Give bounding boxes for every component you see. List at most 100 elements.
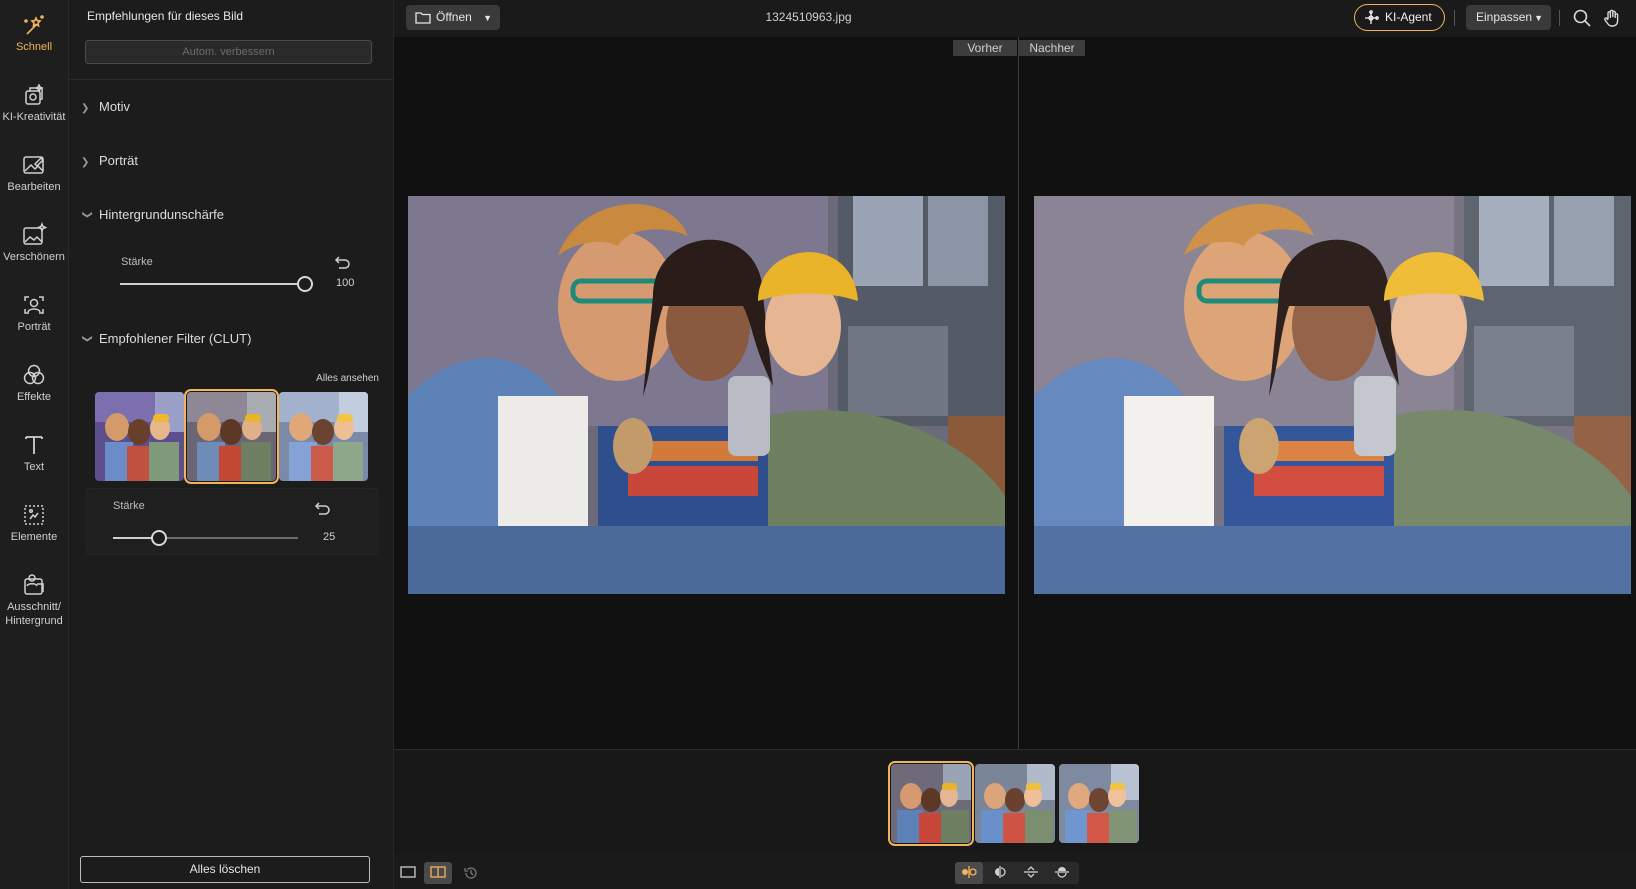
compare-split-button[interactable] (986, 862, 1014, 884)
panel-title: Empfehlungen für dieses Bild (87, 9, 244, 23)
after-label: Nachher (1019, 40, 1085, 56)
bg-blur-slider-track[interactable] (120, 283, 305, 285)
slider-fill (120, 283, 305, 285)
vertical-compare-icon (1055, 867, 1069, 878)
split-view-icon (430, 866, 446, 878)
chevron-down-icon: ❯ (81, 210, 93, 219)
compare-vertical-button[interactable] (1048, 862, 1076, 884)
history-icon (464, 867, 477, 879)
top-toolbar: Öffnen ▼ 1324510963.jpg KI-Agent Einpass… (394, 0, 1636, 37)
filter-thumbnail-3[interactable] (279, 392, 368, 481)
rail-item-portraet[interactable]: Porträt (0, 284, 68, 344)
history-button[interactable] (457, 862, 485, 884)
filter-strength-label: Stärke (113, 500, 145, 512)
before-image (408, 196, 1005, 594)
section-label: Hintergrundunschärfe (99, 207, 225, 222)
rail-item-ki-kreativitaet[interactable]: KI-Kreativität (0, 74, 68, 134)
undo-icon[interactable] (334, 253, 352, 271)
filter-slider-knob[interactable] (151, 530, 168, 546)
rail-label: Text (23, 461, 45, 473)
filter-strength-box: Stärke 25 (86, 488, 378, 555)
auto-enhance-button[interactable]: Autom. verbessern (85, 40, 372, 64)
horizontal-compare-icon (1024, 866, 1038, 878)
section-hintergrundunschaerfe[interactable]: ❯ Hintergrundunschärfe (81, 207, 225, 222)
effects-icon (23, 364, 45, 385)
rail-item-ausschnitt-hintergrund[interactable]: Ausschnitt/ Hintergrund (0, 564, 68, 640)
filter-slider-track[interactable] (113, 537, 298, 539)
filmstrip-thumbnail-1[interactable] (888, 761, 974, 846)
section-label: Porträt (99, 153, 139, 168)
rail-label: Elemente (10, 531, 58, 543)
compare-divider[interactable] (1018, 37, 1019, 749)
filter-preview-image (187, 392, 276, 481)
beautify-icon (23, 222, 47, 245)
fit-label: Einpassen (1476, 10, 1533, 24)
rail-label: Schnell (15, 41, 53, 53)
filmstrip (394, 749, 1636, 853)
chevron-down-icon: ❯ (81, 334, 93, 343)
hand-pan-icon[interactable] (1602, 8, 1622, 28)
divider (1559, 10, 1560, 26)
section-portraet[interactable]: ❯ Porträt (81, 153, 138, 168)
ai-agent-label: KI-Agent (1385, 10, 1432, 24)
rail-item-verschoenern[interactable]: Verschönern (0, 214, 68, 274)
filter-thumbnail-2[interactable] (184, 389, 279, 484)
image-canvas[interactable]: Vorher Nachher (394, 37, 1636, 749)
split-compare-icon (995, 866, 1006, 878)
filter-preview-image (279, 392, 368, 481)
photo-after (1034, 196, 1631, 594)
side-by-side-icon (962, 866, 977, 878)
section-label: Empfohlener Filter (CLUT) (99, 331, 252, 346)
rail-label: Ausschnitt/ Hintergrund (5, 601, 63, 627)
rail-item-bearbeiten[interactable]: Bearbeiten (0, 144, 68, 204)
edit-image-icon (23, 156, 45, 174)
single-view-button[interactable] (394, 862, 422, 884)
search-icon[interactable] (1572, 8, 1592, 28)
chevron-right-icon: ❯ (81, 157, 90, 168)
see-all-link[interactable]: Alles ansehen (316, 373, 379, 384)
chevron-down-icon: ▼ (1534, 13, 1543, 23)
filmstrip-thumbnail-3[interactable] (1059, 764, 1139, 843)
filter-preview-image (95, 392, 184, 481)
compare-horizontal-button[interactable] (1017, 862, 1045, 884)
ai-agent-icon (1365, 10, 1379, 24)
text-icon (25, 436, 43, 454)
rail-item-text[interactable]: Text (0, 424, 68, 484)
thumbnail-image (975, 764, 1055, 843)
compare-mode-group (955, 862, 1079, 884)
ai-creative-icon (25, 83, 44, 105)
cutout-background-icon (24, 574, 44, 595)
bg-blur-value: 100 (336, 277, 355, 289)
rail-item-elemente[interactable]: Elemente (0, 494, 68, 554)
chevron-right-icon: ❯ (81, 103, 90, 114)
rail-label: Porträt (17, 321, 51, 333)
left-tool-rail: Schnell KI-Kreativität Bearbeiten Versch… (0, 0, 69, 889)
divider (69, 79, 394, 80)
file-name: 1324510963.jpg (765, 10, 852, 24)
rail-label: KI-Kreativität (2, 111, 66, 123)
bg-blur-slider-knob[interactable] (297, 276, 313, 292)
split-view-button[interactable] (424, 862, 452, 884)
photo-before (408, 196, 1005, 594)
undo-icon[interactable] (314, 499, 332, 517)
filter-thumbnail-1[interactable] (95, 392, 184, 481)
bottom-toolbar (394, 853, 1636, 889)
section-empfohlener-filter[interactable]: ❯ Empfohlener Filter (CLUT) (81, 331, 252, 346)
section-label: Motiv (99, 99, 131, 114)
elements-icon (24, 505, 44, 525)
recommendations-panel: Empfehlungen für dieses Bild Autom. verb… (69, 0, 394, 889)
clear-all-button[interactable]: Alles löschen (80, 856, 370, 883)
compare-side-by-side-button[interactable] (955, 862, 983, 884)
section-motiv[interactable]: ❯ Motiv (81, 99, 130, 114)
divider (1454, 10, 1455, 26)
after-image (1034, 196, 1631, 594)
photo-editor-app: Schnell KI-Kreativität Bearbeiten Versch… (0, 0, 1636, 889)
rail-item-effekte[interactable]: Effekte (0, 354, 68, 414)
thumbnail-image (1059, 764, 1139, 843)
ai-agent-button[interactable]: KI-Agent (1354, 4, 1445, 31)
magic-wand-icon (24, 15, 44, 35)
filmstrip-thumbnail-2[interactable] (975, 764, 1055, 843)
rail-label: Effekte (16, 391, 52, 403)
rail-item-schnell[interactable]: Schnell (0, 4, 68, 64)
fit-zoom-dropdown[interactable]: Einpassen ▼ (1466, 5, 1551, 30)
